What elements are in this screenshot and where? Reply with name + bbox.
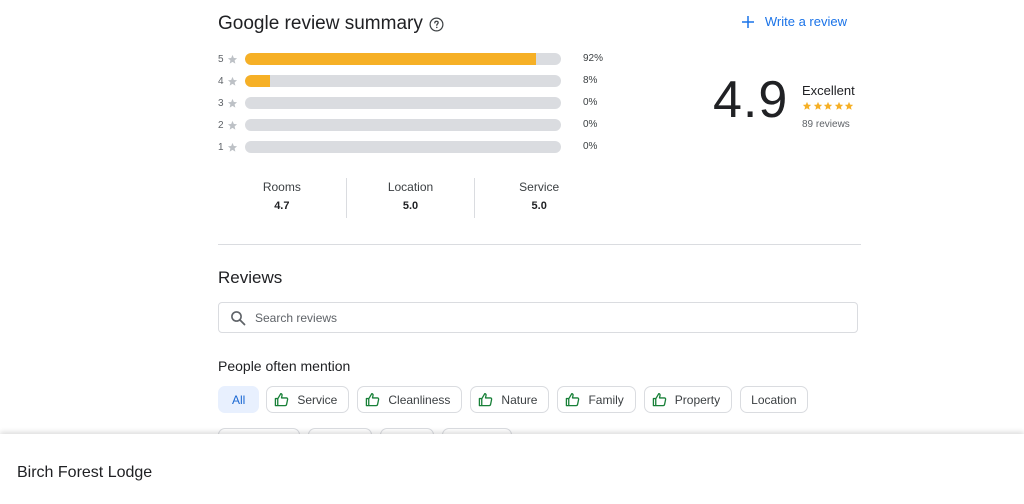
star-level-label: 5 [218, 53, 224, 65]
summary-title: Google review summary [218, 13, 423, 34]
topic-chip-cleanliness[interactable]: Cleanliness [357, 386, 463, 413]
star-icon [227, 142, 238, 152]
thumbs-up-icon [479, 393, 493, 407]
rating-bar-row[interactable]: 1 0% [218, 140, 618, 154]
category-name: Rooms [262, 180, 301, 194]
category-value: 5.0 [402, 200, 419, 212]
rating-percent: 8% [583, 75, 598, 86]
hotel-name: Birch Forest Lodge [17, 464, 153, 481]
star-icon [823, 101, 833, 110]
category-location: Location 5.0 [347, 178, 476, 218]
thumbs-up-icon [652, 393, 667, 407]
people-often-mention-title: People often mention [218, 358, 351, 374]
overall-star-rating [802, 101, 855, 111]
overall-score: 4.9 [713, 71, 789, 129]
chip-label: Family [588, 392, 624, 407]
search-icon [231, 310, 246, 325]
help-icon[interactable] [429, 17, 444, 32]
rating-word: Excellent [802, 83, 855, 98]
rating-percent: 92% [583, 53, 604, 64]
rating-bar-track [245, 119, 561, 131]
search-input[interactable] [255, 310, 815, 325]
star-icon [227, 120, 238, 130]
topic-chip-all[interactable]: All [218, 386, 260, 413]
rating-bar-row[interactable]: 2 0% [218, 118, 618, 132]
topic-chip-service[interactable]: Service [266, 386, 350, 413]
chip-label: All [232, 392, 246, 407]
star-icon [844, 101, 854, 110]
chip-label: Location [751, 392, 797, 407]
chip-label: Nature [501, 392, 538, 407]
thumbs-up-icon [566, 393, 580, 407]
rating-percent: 0% [583, 119, 598, 130]
star-icon [813, 101, 822, 110]
star-level-label: 4 [218, 75, 224, 87]
thumbs-up-icon [366, 393, 380, 407]
rating-bar-row[interactable]: 5 92% [218, 52, 618, 66]
rating-bar-fill [245, 53, 536, 65]
write-review-button[interactable]: Write a review [741, 14, 847, 29]
chip-label: Service [297, 392, 338, 407]
category-value: 5.0 [531, 200, 547, 212]
topic-chips: All Service Cleanliness Nature Family Propert… [218, 386, 816, 413]
bottom-sheet-header: Birch Forest Lodge [0, 434, 1024, 504]
write-review-label: Write a review [764, 14, 847, 29]
summary-header: Google review summary [218, 13, 444, 35]
chip-label: Property [674, 392, 721, 407]
topic-chip-family[interactable]: Family [557, 386, 636, 413]
category-service: Service 5.0 [475, 178, 603, 218]
star-icon [834, 101, 843, 110]
topic-chip-location[interactable]: Location [740, 386, 808, 413]
category-value: 4.7 [274, 200, 290, 212]
rating-bar-row[interactable]: 4 8% [218, 74, 618, 88]
plus-icon [741, 15, 754, 28]
star-icon [227, 54, 238, 64]
section-divider [218, 244, 861, 245]
category-rooms: Rooms 4.7 [218, 178, 347, 218]
rating-bar-fill [245, 75, 271, 87]
star-level-label: 3 [218, 97, 224, 109]
rating-percent: 0% [583, 97, 598, 108]
rating-bar-track [245, 141, 561, 153]
search-box[interactable] [218, 302, 858, 333]
star-icon [227, 98, 238, 108]
star-level-label: 2 [218, 119, 224, 131]
thumbs-up-icon [275, 393, 289, 407]
category-ratings: Rooms 4.7 Location 5.0 Service 5.0 [218, 178, 603, 218]
category-name: Location [387, 180, 434, 194]
rating-percent: 0% [583, 141, 598, 152]
star-icon [227, 76, 238, 86]
star-icon [802, 101, 812, 110]
category-name: Service [519, 180, 560, 194]
review-count[interactable]: 89 reviews [802, 119, 850, 130]
topic-chip-nature[interactable]: Nature [470, 386, 550, 413]
rating-bar-track [245, 75, 561, 87]
chip-label: Cleanliness [388, 392, 451, 407]
rating-bar-row[interactable]: 3 0% [218, 96, 618, 110]
rating-bar-track [245, 53, 561, 65]
rating-bar-track [245, 97, 561, 109]
star-level-label: 1 [218, 141, 224, 153]
reviews-title: Reviews [218, 268, 283, 287]
topic-chip-property[interactable]: Property [643, 386, 733, 413]
